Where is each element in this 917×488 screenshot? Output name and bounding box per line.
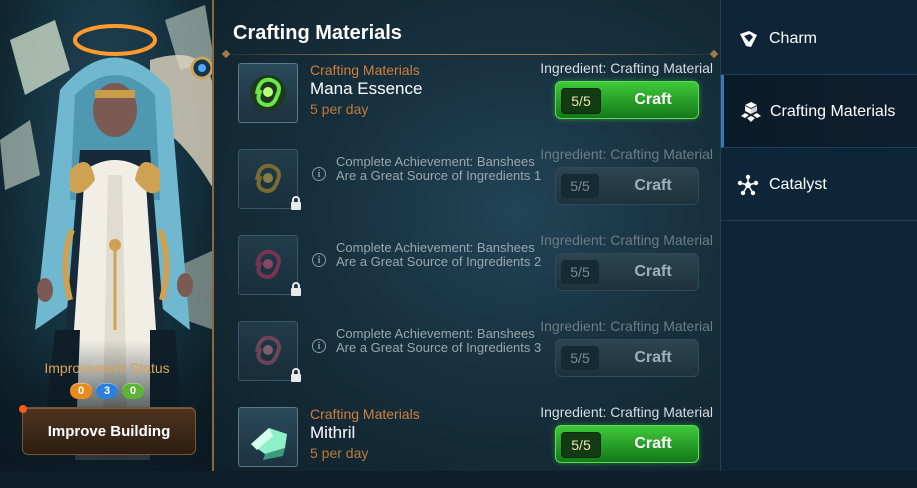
item-name: Mana Essence [310, 79, 423, 98]
craft-count: 5/5 [561, 346, 599, 370]
catalyst-icon [737, 174, 759, 196]
charm-icon [740, 31, 757, 47]
craft-label: Craft [634, 263, 672, 280]
crafting-materials-icon [741, 102, 761, 122]
divider-ornament [709, 49, 719, 59]
craft-label: Craft [634, 91, 672, 108]
list-item: i Complete Achievement: Banshees Are a G… [214, 316, 720, 402]
list-item: Crafting Materials Mithril 5 per day Ing… [214, 402, 720, 488]
craft-count: 5/5 [561, 174, 599, 198]
craft-button[interactable]: 5/5 Craft [555, 81, 699, 119]
improvement-status-counts: 0 3 0 [0, 383, 212, 399]
crafting-list-panel: Crafting Materials Crafting Materials Ma… [214, 0, 720, 471]
item-rate: 5 per day [310, 101, 369, 117]
achievement-requirement: Complete Achievement: Banshees Are a Gre… [336, 154, 542, 183]
notification-dot [19, 405, 27, 413]
craft-count: 5/5 [561, 260, 599, 284]
mithril-icon[interactable] [238, 407, 298, 467]
mana-essence-icon[interactable] [238, 63, 298, 123]
achievement-requirement: Complete Achievement: Banshees Are a Gre… [336, 240, 542, 269]
craft-count: 5/5 [561, 432, 601, 458]
tab-label: Crafting Materials [770, 103, 896, 120]
lock-icon [291, 196, 301, 210]
tab-catalyst[interactable]: Catalyst [721, 148, 917, 221]
info-icon[interactable]: i [312, 167, 326, 181]
craft-button[interactable]: 5/5 Craft [555, 425, 699, 463]
divider-ornament [221, 49, 231, 59]
list-item: i Complete Achievement: Banshees Are a G… [214, 230, 720, 316]
info-icon[interactable]: i [312, 339, 326, 353]
item-name: Mithril [310, 423, 356, 442]
status-count-green: 0 [122, 383, 144, 399]
list-item: Crafting Materials Mana Essence 5 per da… [214, 58, 720, 144]
character-portrait [0, 5, 212, 471]
ingredient-label: Ingredient: Crafting Material [540, 60, 713, 76]
craft-label: Craft [634, 349, 672, 366]
tab-label: Charm [769, 30, 818, 47]
tab-label: Catalyst [769, 176, 827, 193]
craft-button[interactable]: 5/5 Craft [555, 167, 699, 205]
ingredient-label: Ingredient: Crafting Material [540, 404, 713, 420]
tab-crafting-materials[interactable]: Crafting Materials [721, 75, 917, 148]
craft-label: Craft [634, 435, 672, 452]
category-tabs: Charm Crafting Materials Catalyst [720, 0, 917, 471]
item-rate: 5 per day [310, 445, 369, 461]
ingredient-label: Ingredient: Crafting Material [540, 232, 713, 248]
craft-button[interactable]: 5/5 Craft [555, 253, 699, 291]
character-panel: Improvement Status 0 3 0 Improve Buildin… [0, 0, 214, 471]
craft-count: 5/5 [561, 88, 601, 114]
improve-building-button[interactable]: Improve Building [22, 407, 196, 455]
craft-label: Craft [634, 177, 672, 194]
status-count-blue: 3 [96, 383, 118, 399]
item-category: Crafting Materials [310, 62, 420, 78]
tab-charm[interactable]: Charm [721, 2, 917, 75]
item-category: Crafting Materials [310, 406, 420, 422]
info-icon[interactable]: i [312, 253, 326, 267]
panel-title: Crafting Materials [233, 22, 402, 44]
lock-icon [291, 282, 301, 296]
ingredient-label: Ingredient: Crafting Material [540, 318, 713, 334]
ingredient-label: Ingredient: Crafting Material [540, 146, 713, 162]
achievement-requirement: Complete Achievement: Banshees Are a Gre… [336, 326, 542, 355]
title-divider [226, 54, 714, 55]
craft-button[interactable]: 5/5 Craft [555, 339, 699, 377]
list-item: i Complete Achievement: Banshees Are a G… [214, 144, 720, 230]
status-count-orange: 0 [70, 383, 92, 399]
lock-icon [291, 368, 301, 382]
improvement-status-label: Improvement Status [44, 360, 170, 376]
